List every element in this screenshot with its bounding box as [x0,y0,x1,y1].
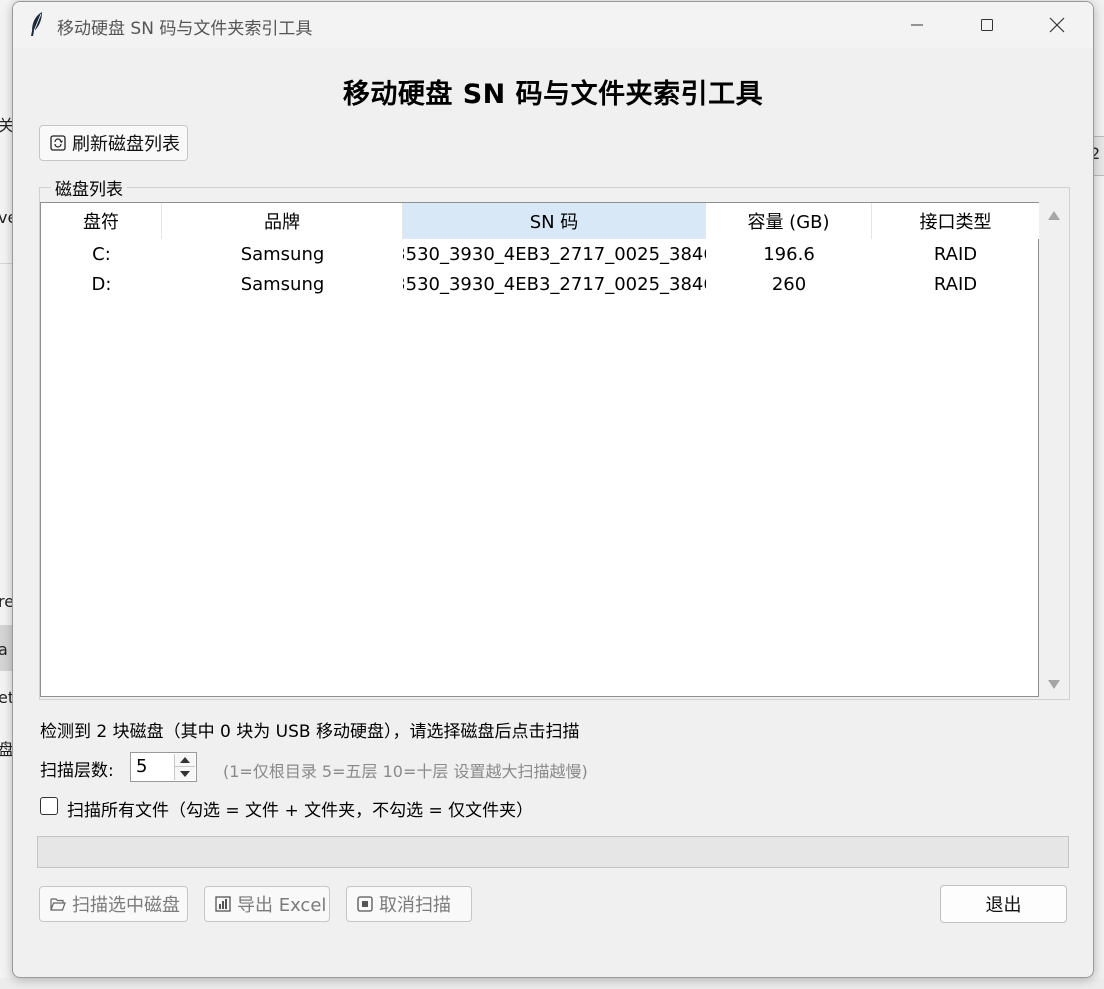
spin-up-icon[interactable] [180,757,190,763]
scan-selected-disk-label: 扫描选中磁盘 [72,895,180,916]
refresh-disks-label: 刷新磁盘列表 [72,134,180,155]
cell-capacity: 260 [771,273,807,295]
feather-icon [31,12,42,36]
background-divider [0,263,12,264]
cell-sn: 3530_3930_4EB3_2717_0025_3846 [403,243,706,265]
close-icon [1049,17,1065,33]
minimize-button[interactable] [885,2,949,48]
page-title: 移动硬盘 SN 码与文件夹索引工具 [342,79,764,110]
scan-depth-hint: (1=仅根目录 5=五层 10=十层 设置越大扫描越慢) [223,762,588,781]
stop-icon [357,896,373,912]
background-text-fragment: a [0,640,8,659]
cell-sn: 3530_3930_4EB3_2717_0025_3846 [403,273,706,295]
disk-list-group-label: 磁盘列表 [51,175,127,200]
scan-all-files-label[interactable]: 扫描所有文件（勾选 = 文件 + 文件夹，不勾选 = 仅文件夹） [67,796,533,821]
export-excel-button[interactable]: 导出 Excel [204,886,330,922]
maximize-icon [981,19,993,31]
app-window: 移动硬盘 SN 码与文件夹索引工具 移动硬盘 SN 码与文件夹索引工具 刷新磁盘… [12,1,1094,978]
cell-interface: RAID [933,243,978,265]
column-header-capacity[interactable]: 容量 (GB) [706,203,872,239]
minimize-icon [911,24,923,26]
refresh-icon [50,135,66,151]
scan-depth-label: 扫描层数: [40,761,114,781]
scan-all-files-checkbox[interactable] [40,797,58,815]
refresh-disks-button[interactable]: 刷新磁盘列表 [39,125,188,161]
cell-drive: D: [91,273,112,295]
export-excel-label: 导出 Excel [237,895,327,916]
cell-interface: RAID [933,273,978,295]
stepper-divider [175,766,195,767]
cell-brand: Samsung [240,273,325,295]
scan-progress-bar [37,836,1069,868]
cell-brand: Samsung [240,243,325,265]
cell-capacity: 196.6 [763,243,815,265]
cell-drive: C: [92,243,111,265]
folder-open-icon [50,898,66,911]
title-bar[interactable]: 移动硬盘 SN 码与文件夹索引工具 [13,2,1093,48]
scan-selected-disk-button[interactable]: 扫描选中磁盘 [39,886,188,922]
disk-table[interactable]: 盘符 品牌 SN 码 容量 (GB) 接口类型 C: Samsung 3530_… [40,202,1039,697]
table-row[interactable]: C: Samsung 3530_3930_4EB3_2717_0025_3846… [41,239,1039,269]
scan-depth-spinbox[interactable]: 5 [130,752,197,782]
spin-down-icon[interactable] [180,771,190,777]
disk-table-header: 盘符 品牌 SN 码 容量 (GB) 接口类型 [41,203,1039,239]
table-row[interactable]: D: Samsung 3530_3930_4EB3_2717_0025_3846… [41,269,1039,299]
cancel-scan-button[interactable]: 取消扫描 [346,886,472,922]
column-header-interface[interactable]: 接口类型 [872,203,1039,239]
maximize-button[interactable] [955,2,1019,48]
scroll-down-icon[interactable] [1048,680,1060,689]
column-header-sn[interactable]: SN 码 [403,203,706,239]
column-header-brand[interactable]: 品牌 [162,203,403,239]
exit-label: 退出 [985,895,1022,916]
background-window-edge [0,0,12,989]
scan-depth-stepper[interactable] [174,754,195,780]
disk-table-scrollbar[interactable] [1040,203,1066,697]
status-text: 检测到 2 块磁盘（其中 0 块为 USB 移动硬盘），请选择磁盘后点击扫描 [40,722,580,742]
scroll-up-icon[interactable] [1048,211,1060,220]
chart-icon [215,896,231,912]
close-button[interactable] [1025,2,1089,48]
scan-depth-value[interactable]: 5 [136,756,147,777]
taskbar-edge [0,978,1104,989]
column-header-drive[interactable]: 盘符 [41,203,162,239]
cancel-scan-label: 取消扫描 [379,895,451,916]
exit-button[interactable]: 退出 [940,885,1067,923]
window-title: 移动硬盘 SN 码与文件夹索引工具 [57,19,313,39]
